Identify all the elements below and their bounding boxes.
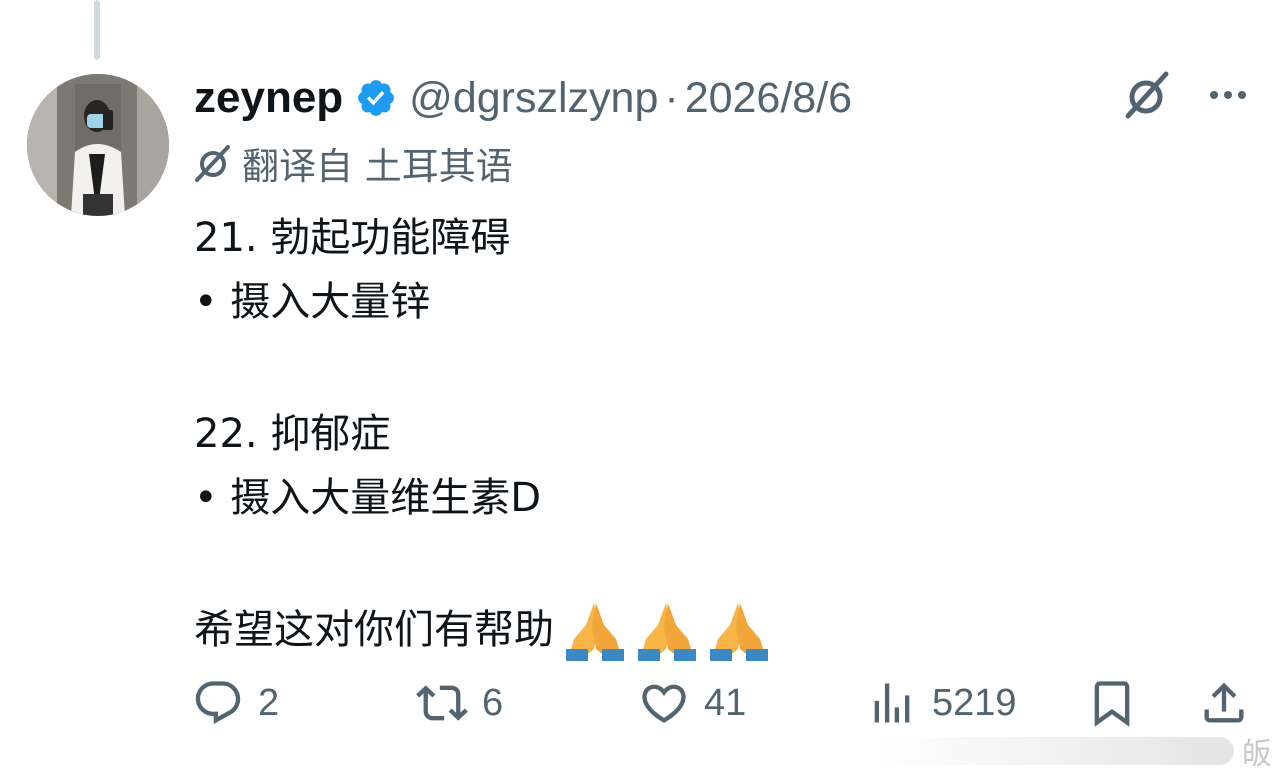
folded-hands-emoji (564, 599, 626, 661)
post-date[interactable]: 2026/8/6 (685, 74, 852, 123)
watermark-text: 皈 (1242, 737, 1272, 772)
separator-dot: · (664, 73, 679, 122)
action-bar: 2 6 41 5219 (0, 672, 1284, 734)
repost-icon (416, 685, 468, 721)
closing-text: 希望这对你们有帮助 (194, 607, 554, 653)
repost-count: 6 (482, 681, 504, 724)
author-handle[interactable]: @dgrszlzynp (409, 74, 658, 123)
like-button[interactable]: 41 (638, 672, 746, 734)
verified-badge-icon (355, 77, 397, 119)
folded-hands-emoji (636, 599, 698, 661)
reply-count: 2 (258, 681, 280, 724)
heart-icon (642, 684, 686, 723)
reply-button[interactable]: 2 (192, 672, 279, 734)
share-button[interactable] (1198, 672, 1264, 734)
folded-hands-emoji (708, 599, 770, 661)
grok-translate-icon (192, 142, 234, 184)
share-icon (1204, 682, 1244, 723)
author-name[interactable]: zeynep (194, 73, 343, 123)
avatar[interactable] (27, 74, 169, 216)
reply-icon (195, 681, 241, 725)
text-line: 21. 勃起功能障碍 (194, 215, 511, 261)
tweet-header: zeynep @dgrszlzynp · 2026/8/6 (194, 68, 852, 128)
tweet-top-actions (1122, 70, 1250, 120)
text-line-closing: 希望这对你们有帮助 (194, 598, 770, 662)
translated-from[interactable]: 翻译自 土耳其语 (192, 138, 513, 188)
watermark: 皈 (874, 729, 1272, 773)
text-line: • 摄入大量维生素D (194, 475, 542, 521)
view-count: 5219 (932, 681, 1017, 724)
text-line: • 摄入大量锌 (194, 279, 431, 325)
analytics-icon (874, 683, 910, 723)
translated-from-label: 翻译自 土耳其语 (242, 145, 513, 188)
thread-connector-line (94, 0, 100, 60)
repost-button[interactable]: 6 (416, 672, 503, 734)
like-count: 41 (704, 681, 747, 724)
more-options-icon[interactable] (1206, 73, 1250, 117)
watermark-blur-bar (874, 737, 1234, 765)
tweet-text: 21. 勃起功能障碍 • 摄入大量锌 22. 抑郁症 • 摄入大量维生素D 希望… (194, 206, 770, 662)
views-button[interactable]: 5219 (866, 672, 1017, 734)
bookmark-button[interactable] (1086, 672, 1152, 734)
grok-icon[interactable] (1122, 70, 1172, 120)
text-line: 22. 抑郁症 (194, 411, 391, 457)
bookmark-icon (1094, 681, 1130, 727)
